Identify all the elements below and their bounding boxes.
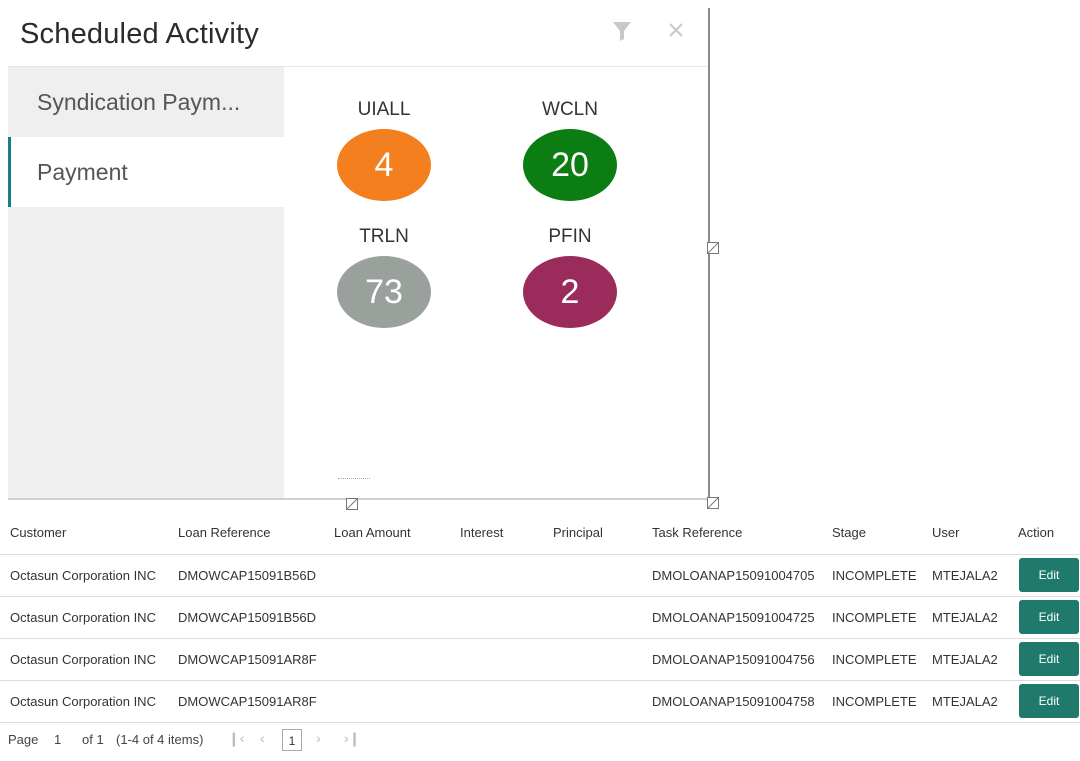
- tile-trln[interactable]: TRLN 73: [336, 224, 432, 328]
- cell-user: MTEJALA2: [932, 568, 998, 583]
- items-count-label: (1-4 of 4 items): [116, 732, 204, 747]
- page-label: Page: [8, 732, 39, 747]
- table-row[interactable]: Octasun Corporation INC DMOWCAP15091AR8F…: [0, 638, 1080, 681]
- filter-icon[interactable]: [612, 20, 632, 42]
- table-row[interactable]: Octasun Corporation INC DMOWCAP15091AR8F…: [0, 680, 1080, 723]
- cell-customer: Octasun Corporation INC: [10, 694, 156, 709]
- cell-stage: INCOMPLETE: [832, 568, 917, 583]
- last-page-icon[interactable]: ›❙: [344, 730, 360, 747]
- edit-button[interactable]: Edit: [1019, 600, 1079, 634]
- tile-wcln[interactable]: WCLN 20: [522, 97, 618, 201]
- widget-header: Scheduled Activity: [8, 8, 710, 67]
- edit-button[interactable]: Edit: [1019, 558, 1079, 592]
- resize-handle-icon[interactable]: [346, 498, 358, 510]
- cell-user: MTEJALA2: [932, 610, 998, 625]
- page-of-label: of 1: [82, 732, 104, 747]
- tile-label: UIALL: [357, 99, 411, 120]
- cell-user: MTEJALA2: [932, 694, 998, 709]
- cell-task-reference: DMOLOANAP15091004725: [652, 610, 815, 625]
- widget-bottom-border: [8, 498, 710, 500]
- edit-button[interactable]: Edit: [1019, 684, 1079, 718]
- widget-right-border: [708, 8, 710, 505]
- cell-stage: INCOMPLETE: [832, 652, 917, 667]
- cell-loan-reference: DMOWCAP15091AR8F: [178, 694, 317, 709]
- tile-count-bubble[interactable]: 20: [523, 129, 617, 201]
- page-number-input[interactable]: 1: [54, 732, 61, 747]
- resize-handle-icon[interactable]: [707, 242, 719, 254]
- activity-category-nav: Syndication Paym... Payment: [8, 67, 284, 499]
- cell-loan-reference: DMOWCAP15091B56D: [178, 610, 316, 625]
- tile-pfin[interactable]: PFIN 2: [522, 224, 618, 328]
- table-row[interactable]: Octasun Corporation INC DMOWCAP15091B56D…: [0, 554, 1080, 597]
- tile-label: TRLN: [359, 226, 409, 247]
- drag-grip-handle[interactable]: [338, 478, 370, 481]
- cell-task-reference: DMOLOANAP15091004756: [652, 652, 815, 667]
- edit-button[interactable]: Edit: [1019, 642, 1079, 676]
- nav-item-payment[interactable]: Payment: [8, 137, 284, 207]
- column-header-loan-amount[interactable]: Loan Amount: [334, 525, 411, 540]
- column-header-interest[interactable]: Interest: [460, 525, 503, 540]
- activity-tiles: UIALL 4 WCLN 20 TRLN 73 PFIN 2: [284, 67, 710, 499]
- cell-task-reference: DMOLOANAP15091004758: [652, 694, 815, 709]
- widget-title: Scheduled Activity: [20, 18, 259, 50]
- cell-stage: INCOMPLETE: [832, 610, 917, 625]
- resize-handle-icon[interactable]: [707, 497, 719, 509]
- tile-label: PFIN: [548, 226, 592, 247]
- current-page-button[interactable]: 1: [282, 729, 302, 751]
- first-page-icon[interactable]: ❙‹: [228, 730, 244, 747]
- cell-stage: INCOMPLETE: [832, 694, 917, 709]
- tile-label: WCLN: [542, 99, 598, 120]
- table-row[interactable]: Octasun Corporation INC DMOWCAP15091B56D…: [0, 596, 1080, 639]
- column-header-user[interactable]: User: [932, 525, 959, 540]
- close-icon[interactable]: [668, 22, 684, 38]
- cell-task-reference: DMOLOANAP15091004705: [652, 568, 815, 583]
- nav-item-syndication-payment[interactable]: Syndication Paym...: [8, 67, 284, 137]
- column-header-loan-reference[interactable]: Loan Reference: [178, 525, 271, 540]
- column-header-customer[interactable]: Customer: [10, 525, 66, 540]
- next-page-icon[interactable]: ›: [316, 730, 321, 746]
- column-header-task-reference[interactable]: Task Reference: [652, 525, 742, 540]
- tile-count-bubble[interactable]: 73: [337, 256, 431, 328]
- cell-customer: Octasun Corporation INC: [10, 568, 156, 583]
- cell-loan-reference: DMOWCAP15091B56D: [178, 568, 316, 583]
- cell-customer: Octasun Corporation INC: [10, 652, 156, 667]
- column-header-principal[interactable]: Principal: [553, 525, 603, 540]
- tile-count-bubble[interactable]: 2: [523, 256, 617, 328]
- column-header-stage[interactable]: Stage: [832, 525, 866, 540]
- tile-uiall[interactable]: UIALL 4: [336, 97, 432, 201]
- column-header-action: Action: [1018, 525, 1055, 540]
- cell-user: MTEJALA2: [932, 652, 998, 667]
- pagination-bar: Page 1 of 1 (1-4 of 4 items) ❙‹ ‹ 1 › ›❙: [0, 724, 1080, 756]
- previous-page-icon[interactable]: ‹: [260, 730, 265, 746]
- scheduled-activity-widget: Scheduled Activity Syndication Paym... P…: [8, 8, 710, 499]
- cell-customer: Octasun Corporation INC: [10, 610, 156, 625]
- cell-loan-reference: DMOWCAP15091AR8F: [178, 652, 317, 667]
- table-header-row: Customer Loan Reference Loan Amount Inte…: [0, 513, 1080, 555]
- tile-count-bubble[interactable]: 4: [337, 129, 431, 201]
